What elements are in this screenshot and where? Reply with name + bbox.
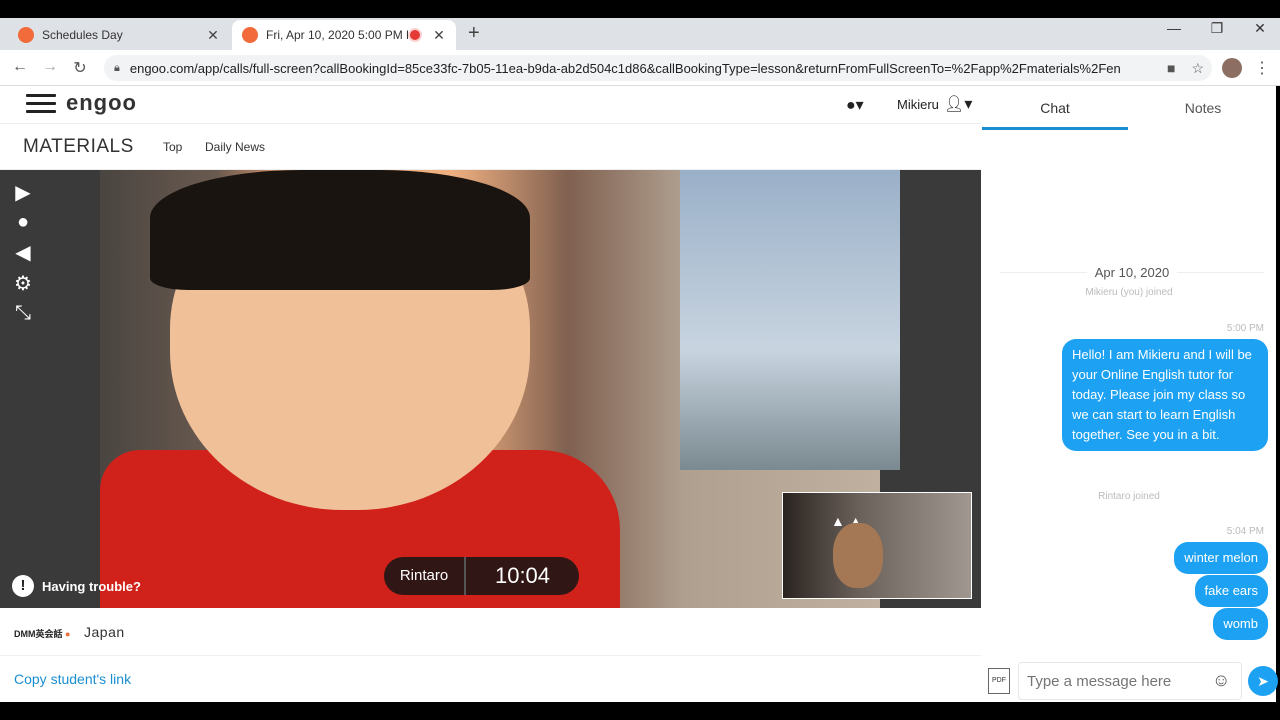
chat-message: Hello! I am Mikieru and I will be your O…	[1062, 339, 1268, 451]
forward-icon[interactable]: →	[40, 58, 60, 76]
language-globe-icon[interactable]: ●▾	[846, 95, 864, 115]
new-tab-button[interactable]: +	[468, 22, 480, 45]
address-bar[interactable]: 🔒︎ engoo.com/app/calls/full-screen?callB…	[104, 55, 1212, 81]
browser-tab-schedules[interactable]: Schedules Day ✕	[8, 20, 230, 50]
bookmark-star-icon[interactable]: ☆	[1191, 60, 1204, 77]
close-tab-icon[interactable]: ✕	[206, 27, 220, 44]
user-icon[interactable]: 👤︎▾	[944, 94, 972, 114]
video-call-area: ▶ ● ◀ ⚙ ⤡ ! Having trouble? Rintaro 10:0…	[0, 170, 981, 608]
camera-indicator-icon[interactable]: ■	[1167, 60, 1175, 76]
hamburger-menu-icon[interactable]	[26, 94, 56, 114]
profile-avatar[interactable]	[1222, 58, 1242, 78]
chat-date-divider: Apr 10, 2020	[1000, 264, 1264, 280]
tab-chat[interactable]: Chat	[982, 86, 1128, 130]
recording-indicator-icon	[410, 30, 420, 40]
system-message: Rintaro joined	[1098, 491, 1160, 502]
system-message: Mikieru (you) joined	[1085, 287, 1173, 298]
microphone-icon[interactable]: ●	[10, 211, 36, 234]
provider-name: DMM英会話	[14, 629, 63, 639]
send-icon[interactable]: ➤	[1248, 666, 1278, 696]
browser-toolbar: ← → ↻ 🔒︎ engoo.com/app/calls/full-screen…	[0, 50, 1280, 86]
materials-bar: MATERIALS Top Daily News	[0, 124, 981, 170]
message-timestamp: 5:04 PM	[1226, 526, 1264, 537]
engoo-logo[interactable]: engoo	[66, 90, 137, 116]
exit-fullscreen-icon[interactable]: ⤡	[10, 302, 36, 325]
lock-icon: 🔒︎	[114, 61, 120, 74]
close-tab-icon[interactable]: ✕	[432, 27, 446, 44]
minimize-icon[interactable]: —	[1164, 20, 1184, 36]
message-timestamp: 5:00 PM	[1226, 323, 1264, 334]
close-window-icon[interactable]: ✕	[1250, 20, 1270, 37]
engoo-app: engoo ●▾ Mikieru 👤︎▾ MATERIALS Top Daily…	[0, 86, 1278, 702]
chat-message: womb	[1213, 608, 1268, 640]
url-text[interactable]: engoo.com/app/calls/full-screen?callBook…	[130, 61, 1159, 76]
video-student-hair	[150, 170, 530, 290]
browser-menu-icon[interactable]: ⋮	[1254, 58, 1270, 78]
student-name: Rintaro	[384, 557, 466, 595]
student-country: Japan	[84, 624, 125, 640]
reload-icon[interactable]: ↻	[70, 58, 90, 78]
restore-icon[interactable]: ❐	[1207, 20, 1227, 37]
screen: Schedules Day ✕ Fri, Apr 10, 2020 5:00 P…	[0, 0, 1280, 720]
call-timer-pill: Rintaro 10:04	[384, 557, 579, 595]
call-controls: ▶ ● ◀ ⚙ ⤡	[10, 180, 36, 331]
camera-icon[interactable]: ▶	[10, 180, 36, 205]
exclamation-icon: !	[12, 575, 34, 597]
materials-link-daily-news[interactable]: Daily News	[205, 140, 265, 154]
chat-message: fake ears	[1194, 575, 1268, 607]
copy-student-link[interactable]: Copy student's link	[14, 671, 131, 687]
chat-panel: Chat Notes Apr 10, 2020 Mikieru (you) jo…	[982, 86, 1278, 702]
engoo-favicon-icon	[18, 27, 34, 43]
call-timer: 10:04	[494, 563, 551, 588]
browser-tab-bar: Schedules Day ✕ Fri, Apr 10, 2020 5:00 P…	[0, 18, 1280, 50]
having-trouble-label: Having trouble?	[42, 578, 141, 594]
dmm-eikaiwa-logo: DMM英会話 ●	[14, 627, 70, 640]
user-name[interactable]: Mikieru	[897, 97, 939, 112]
tutor-face	[833, 523, 883, 588]
dmm-logo-dot-icon: ●	[65, 629, 71, 639]
app-header: engoo ●▾ Mikieru 👤︎▾	[0, 86, 981, 124]
engoo-favicon-icon	[242, 27, 258, 43]
chat-message: winter melon	[1174, 542, 1268, 574]
chat-composer: PDF ☺ ➤	[982, 660, 1278, 702]
emoji-icon[interactable]: ☺	[1212, 670, 1230, 691]
pdf-upload-icon[interactable]: PDF	[988, 668, 1010, 694]
chat-date: Apr 10, 2020	[1086, 265, 1178, 280]
materials-title: MATERIALS	[23, 136, 134, 157]
video-background-window	[680, 170, 900, 470]
browser-tab-lesson[interactable]: Fri, Apr 10, 2020 5:00 PM les ✕	[232, 20, 456, 50]
having-trouble-button[interactable]: ! Having trouble?	[12, 575, 141, 597]
materials-link-top[interactable]: Top	[163, 140, 182, 154]
settings-gear-icon[interactable]: ⚙	[10, 271, 36, 296]
speaker-icon[interactable]: ◀	[10, 240, 36, 265]
tab-title: Schedules Day	[42, 28, 123, 42]
tab-title: Fri, Apr 10, 2020 5:00 PM les	[266, 28, 410, 42]
student-info-row: DMM英会話 ● Japan	[0, 608, 981, 656]
back-icon[interactable]: ←	[10, 58, 30, 76]
tab-notes[interactable]: Notes	[1130, 86, 1276, 130]
tutor-self-view[interactable]: ▲ ▲	[782, 492, 972, 599]
logo-text: engoo	[66, 90, 137, 115]
message-input[interactable]	[1018, 662, 1242, 700]
